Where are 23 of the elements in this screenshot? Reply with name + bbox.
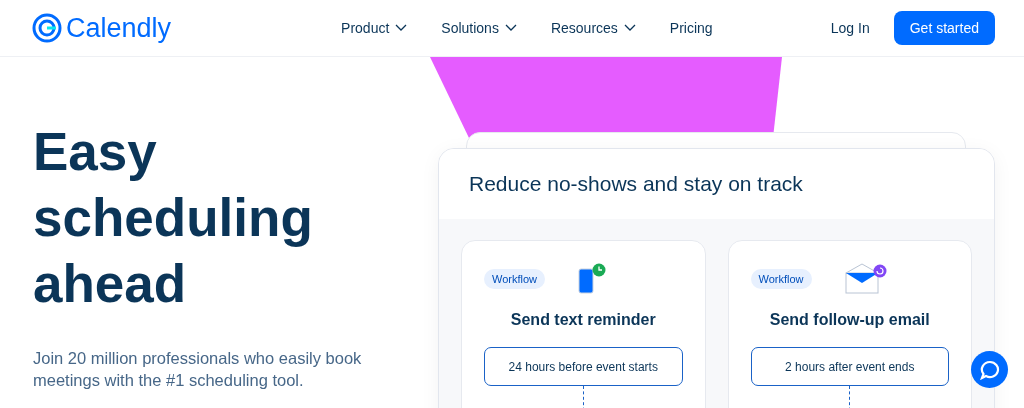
card-title: Send text reminder [510,311,656,329]
hero-subtitle: Join 20 million professionals who easily book meetings with the #1 scheduling tool. [33,348,363,391]
timing-box: 2 hours after event ends [750,347,949,386]
envelope-icon [843,263,888,295]
get-started-button[interactable]: Get started [893,11,995,45]
workflow-tag: Workflow [484,269,546,289]
chat-bubble-icon [979,359,1000,380]
logo-wordmark[interactable]: Calendly [66,12,172,44]
chevron-down-icon [395,24,408,32]
nav-link[interactable]: Resources [550,20,636,36]
nav-link[interactable]: Product [341,20,408,36]
chevron-down-icon [504,24,517,32]
timing-box: 24 hours before event starts [484,347,683,386]
workflow-tag: Workflow [750,269,812,289]
nav-link[interactable]: Pricing [669,20,713,36]
login-link[interactable]: Log In [830,20,870,36]
nav-link[interactable]: Solutions [441,20,517,36]
logo-icon [32,13,62,43]
phone-clock-icon [577,263,608,295]
chevron-down-icon [623,24,636,32]
panel-title: Reduce no-shows and stay on track [469,172,803,196]
card-title: Send follow-up email [769,311,930,329]
hero-title: Easy scheduling ahead [33,121,314,315]
